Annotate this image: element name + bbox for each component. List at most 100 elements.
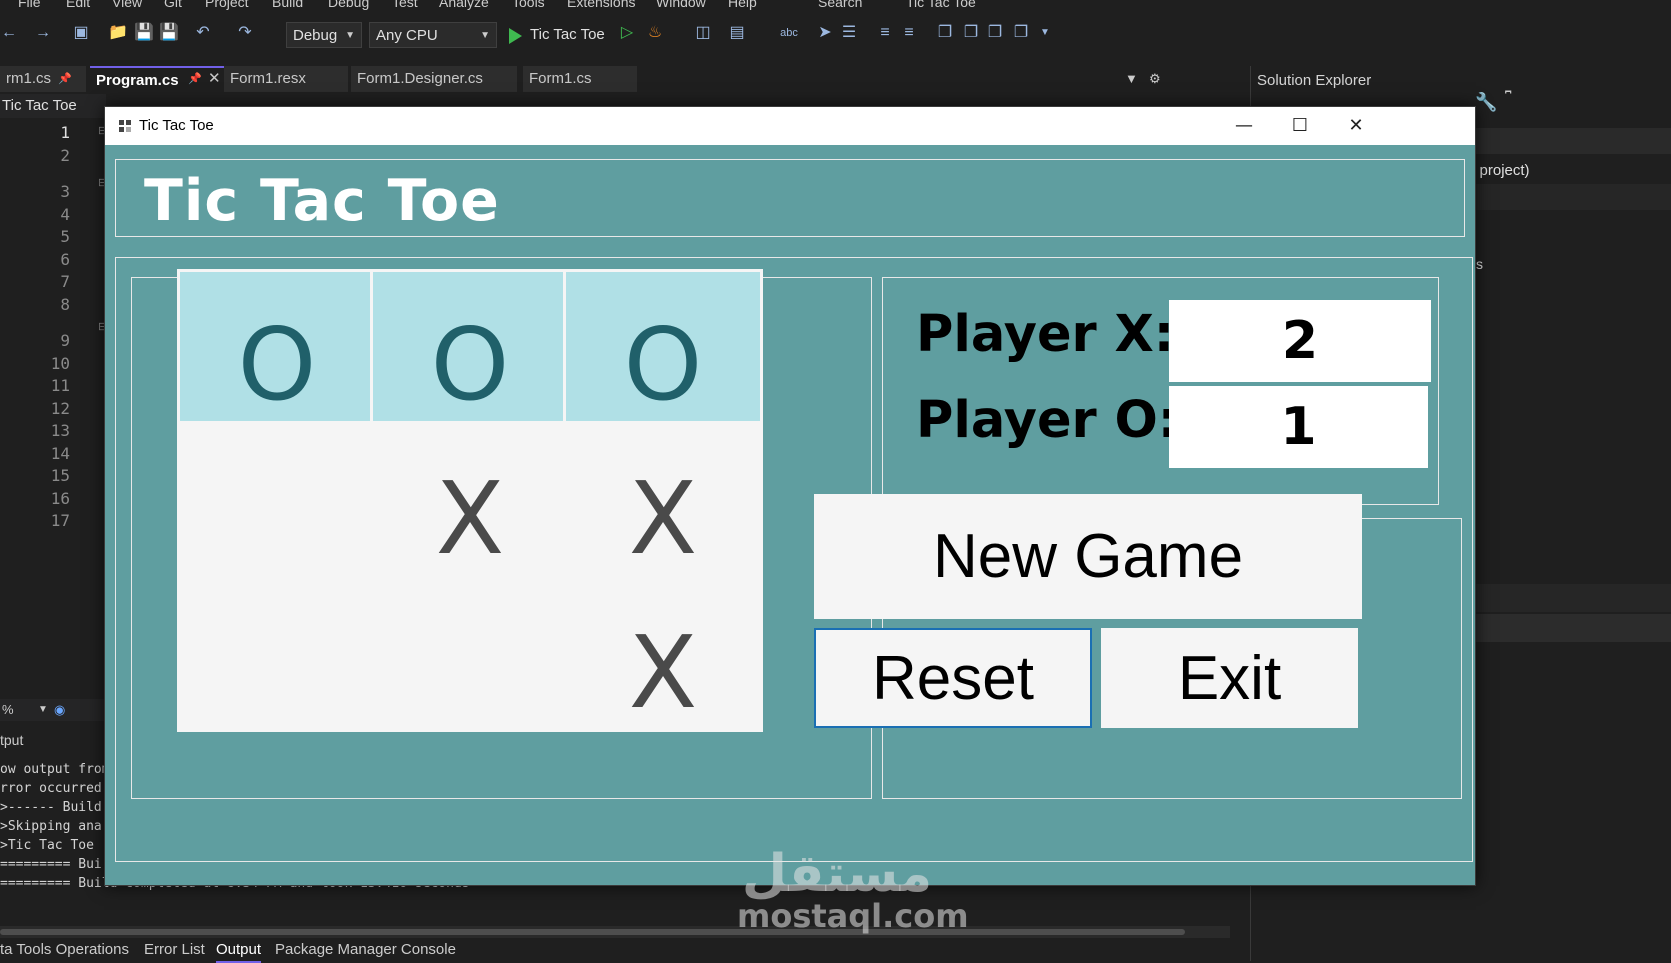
properties-icon[interactable]: 🔧 [1475,92,1497,113]
output-scrollbar[interactable] [0,926,1230,938]
chevron-down-icon: ▼ [345,30,355,41]
output-line: >Skipping ana [0,819,102,834]
back-icon[interactable]: ← [0,24,18,42]
menu-build[interactable]: Build [272,0,303,10]
nav-project-dropdown[interactable]: Tic Tac Toe [0,94,106,118]
redo-icon[interactable]: ↷ [236,24,254,42]
window-title-bar[interactable]: Tic Tac Toe — ☐ ✕ [105,107,1475,145]
close-icon[interactable]: ✕ [202,66,224,92]
cell-7[interactable] [177,577,377,732]
output-title: tput [0,732,24,748]
tab-form1-resx[interactable]: Form1.resx [224,66,348,92]
player-o-score: 1 [1169,386,1428,468]
tab-form1-designer[interactable]: Form1.Designer.cs [351,66,517,92]
configuration-select[interactable]: Debug ▼ [286,22,362,48]
spellcheck-icon[interactable]: abc [780,24,798,42]
close-icon[interactable]: ✕ [1327,107,1385,145]
tab-error-list[interactable]: Error List [144,939,205,961]
menu-git[interactable]: Git [164,0,182,10]
maximize-icon[interactable]: ☐ [1271,107,1329,145]
cell-1[interactable]: O [177,269,377,424]
ide-menu-bar: File Edit View Git Project Build Debug T… [0,0,1671,10]
pin-icon[interactable]: 📌 [52,66,72,92]
tab-data-tools[interactable]: ta Tools Operations [0,939,129,961]
line-number: 15 [50,466,70,485]
health-icon[interactable]: ◉ [54,699,65,721]
format-icon[interactable]: ☰ [840,24,858,42]
run-target-label[interactable]: Tic Tac Toe [530,22,605,48]
cell-5[interactable]: X [370,423,570,578]
cell-mark: X [435,460,505,577]
solution-project-count[interactable]: 1 project) [1467,162,1530,179]
exit-button[interactable]: Exit [1101,628,1358,728]
browse-icon[interactable]: ◫ [694,24,712,42]
layout-icon[interactable]: ▤ [728,24,746,42]
platform-select[interactable]: Any CPU ▼ [369,22,497,48]
menu-project[interactable]: Project [205,0,249,10]
forward-icon[interactable]: → [34,24,52,42]
zoom-value: % [2,702,14,717]
minimize-icon[interactable]: — [1215,107,1273,145]
open-folder-icon[interactable]: 📁 [108,24,128,42]
line-number: 13 [50,421,70,440]
menu-debug[interactable]: Debug [328,0,369,10]
pin-icon[interactable]: ⎴ [1505,92,1511,110]
menu-tools[interactable]: Tools [512,0,545,10]
hot-reload-icon[interactable]: ♨ [646,24,664,42]
save-all-icon[interactable]: 💾 [159,24,179,42]
menu-window[interactable]: Window [656,0,706,10]
search-box[interactable]: Search [818,0,862,10]
cell-3[interactable]: O [563,269,763,424]
cell-6[interactable]: X [563,423,763,578]
chevron-down-icon: ▼ [480,30,490,41]
menu-edit[interactable]: Edit [66,0,90,10]
start-debug-icon[interactable] [509,28,522,44]
outdent-icon[interactable]: ≡ [900,24,918,42]
cell-2[interactable]: O [370,269,570,424]
new-game-button[interactable]: New Game [814,494,1362,619]
menu-help[interactable]: Help [728,0,757,10]
menu-file[interactable]: File [18,0,41,10]
cell-4[interactable] [177,423,377,578]
bookmark-icon[interactable]: ❐ [936,24,954,42]
cell-9[interactable]: X [563,577,763,732]
pin-icon[interactable]: 📌 [182,66,202,92]
toolbar-overflow-icon[interactable]: ▼ [1036,24,1054,42]
reset-button[interactable]: Reset [814,628,1092,728]
save-icon[interactable]: 💾 [134,24,154,42]
solution-explorer-title: Solution Explorer [1257,72,1372,89]
cell-mark: X [628,460,698,577]
line-number: 10 [50,353,70,373]
player-x-score: 2 [1169,300,1431,382]
cell-mark: X [628,614,698,731]
new-project-icon[interactable]: ▣ [72,24,90,42]
tab-form1[interactable]: rm1.cs [0,66,86,92]
tab-output[interactable]: Output [216,939,262,963]
cursor-icon[interactable]: ➤ [816,24,834,42]
undo-icon[interactable]: ↶ [194,24,212,42]
tab-overflow-icon[interactable]: ▼ [1125,66,1138,92]
start-without-debug-icon[interactable]: ▷ [618,24,636,42]
header-panel: Tic Tac Toe [115,159,1465,237]
score-panel: Player X: 2 Player O: 1 [882,277,1439,505]
cell-mark: O [237,306,317,423]
scrollbar-thumb[interactable] [0,929,1185,935]
settings-gear-icon[interactable]: ⚙ [1149,66,1161,92]
watermark-latin: mostaql.com [737,897,969,935]
output-line: ========= Bui [0,857,102,872]
tab-package-manager[interactable]: Package Manager Console [275,939,456,961]
cell-8[interactable] [370,577,570,732]
menu-test[interactable]: Test [392,0,418,10]
tool-window-tabs: ta Tools Operations Error List Output Pa… [0,939,1245,963]
cell-mark [177,492,377,510]
bookmark-prev-icon[interactable]: ❐ [962,24,980,42]
document-tabs: rm1.cs 📌 Program.cs 📌 ✕ Form1.resx Form1… [0,66,1245,92]
menu-extensions[interactable]: Extensions [567,0,635,10]
indent-icon[interactable]: ≡ [876,24,894,42]
bookmark-next-icon[interactable]: ❐ [986,24,1004,42]
tab-form1-cs[interactable]: Form1.cs [523,66,637,92]
menu-analyze[interactable]: Analyze [439,0,489,10]
menu-view[interactable]: View [112,0,142,10]
zoom-select[interactable]: % ▼ ◉ [0,699,104,721]
bookmark-clear-icon[interactable]: ❐ [1012,24,1030,42]
